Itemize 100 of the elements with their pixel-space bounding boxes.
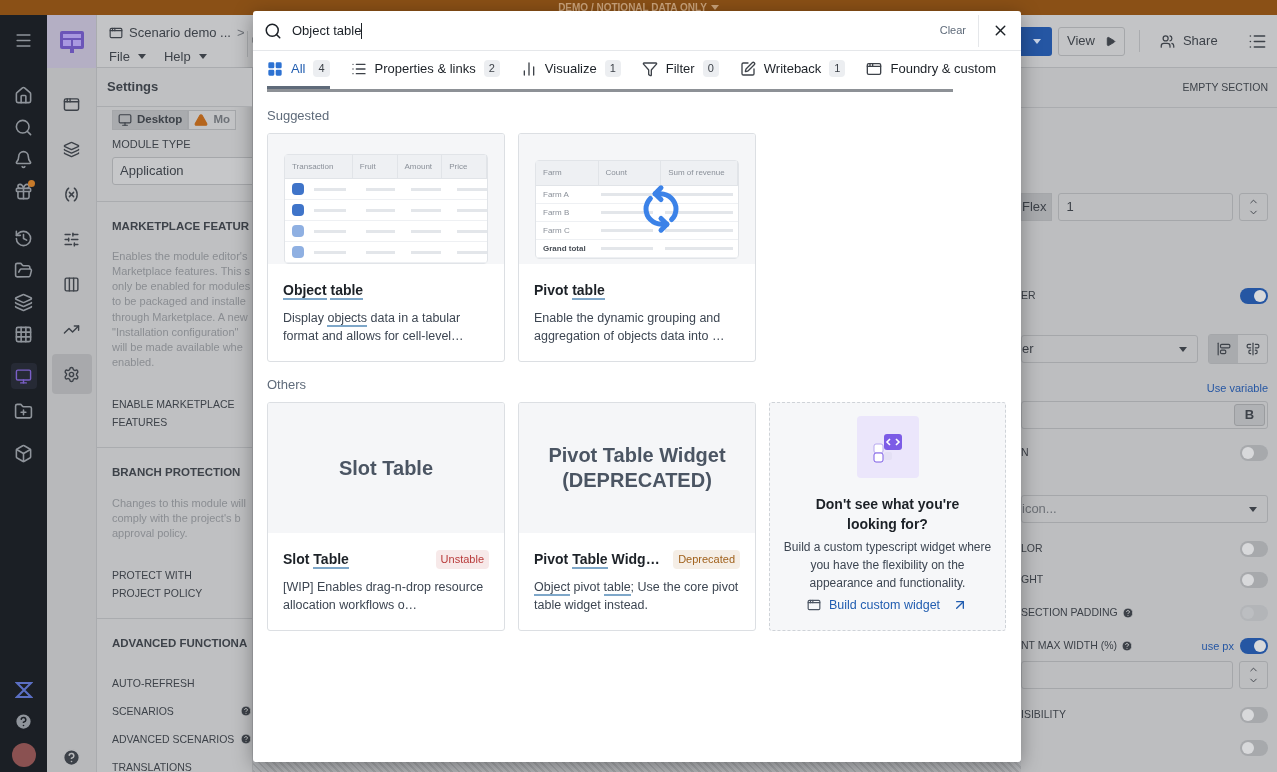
- toggle-switch[interactable]: [1240, 740, 1268, 756]
- section-heading: BRANCH PROTECTION: [112, 465, 242, 481]
- align-left-icon: [1216, 342, 1231, 356]
- dropdown-button[interactable]: [1021, 26, 1052, 56]
- banner-text: DEMO / NOTIONAL DATA ONLY: [558, 1, 707, 15]
- card-title: Object table: [283, 281, 364, 301]
- device-tab[interactable]: Desktop: [112, 110, 189, 130]
- caret-icon: [137, 53, 146, 59]
- avatar[interactable]: [11, 743, 36, 767]
- app-launcher-icon[interactable]: [10, 363, 37, 389]
- breadcrumb-separator: >: [236, 24, 245, 42]
- caret-icon: [1179, 346, 1187, 352]
- panel-title: Settings: [107, 78, 159, 97]
- help-icon[interactable]: [62, 748, 81, 767]
- column-header: Farm: [536, 161, 599, 185]
- widget-card[interactable]: Transaction Fruit Amount Price Object table Display objects data in a tabular format and allows for cell-level…: [267, 133, 505, 362]
- setting-label: LOR: [1021, 541, 1043, 557]
- setting-label: ISIBILITY: [1021, 707, 1066, 723]
- card-title: Pivot table: [534, 281, 605, 301]
- count-tag: 1: [829, 60, 846, 77]
- flex-segment[interactable]: Flex: [1021, 193, 1052, 221]
- stack-icon[interactable]: [14, 293, 33, 312]
- use-px-link[interactable]: use px: [1201, 637, 1234, 655]
- folder-plus-icon[interactable]: [14, 402, 33, 421]
- toggle-switch[interactable]: [1240, 541, 1268, 557]
- count-tag: 1: [604, 60, 621, 77]
- toggle-switch[interactable]: [1240, 445, 1268, 461]
- toggle-switch[interactable]: [1240, 572, 1268, 588]
- search-icon: [264, 21, 282, 40]
- column-header: Amount: [397, 155, 443, 178]
- preview-title: Slot Table: [338, 455, 434, 481]
- card-description: Enable the dynamic grouping and aggregation of objects data into …: [534, 310, 726, 345]
- cube-icon: [292, 246, 304, 258]
- card-title: Slot Table: [283, 550, 349, 570]
- menu-button[interactable]: Help: [163, 46, 207, 66]
- preview-title: Pivot Table Widget (DEPRECATED): [547, 443, 727, 493]
- toggle-switch[interactable]: [1240, 288, 1268, 304]
- menu-button[interactable]: File: [109, 46, 146, 66]
- cube-icon[interactable]: [14, 444, 33, 463]
- widget-card[interactable]: Slot Table Slot Table Unstable [WIP] Enables drag-n-drop resource allocation workflows o…: [267, 402, 505, 631]
- menu-icon[interactable]: [14, 31, 33, 50]
- row-label: Farm A: [542, 188, 570, 201]
- card-title: Pivot Table Widg…: [534, 550, 660, 570]
- toggle-switch[interactable]: [1240, 707, 1268, 723]
- setting-label: ER: [1021, 288, 1036, 304]
- clear-button[interactable]: Clear: [927, 22, 978, 39]
- column-header: Sum of revenue: [661, 161, 738, 185]
- widget-icon: [806, 598, 821, 613]
- search-icon[interactable]: [14, 118, 33, 137]
- module-type-select[interactable]: Application: [112, 156, 252, 185]
- text-field[interactable]: B: [1021, 401, 1268, 429]
- align-center-icon: [1245, 342, 1260, 356]
- folder-icon[interactable]: [14, 261, 33, 280]
- category-tab[interactable]: Visualize 1: [520, 51, 621, 89]
- bold-button[interactable]: B: [1234, 404, 1265, 426]
- window-icon: [866, 60, 883, 77]
- category-tab[interactable]: Properties & links 2: [350, 51, 500, 89]
- search-field[interactable]: Object table: [292, 20, 928, 41]
- use-variable-link[interactable]: Use variable: [1206, 379, 1268, 397]
- share-button[interactable]: Share: [1153, 26, 1224, 56]
- settings-icon[interactable]: [51, 354, 92, 394]
- column-header: Transaction: [285, 155, 353, 178]
- section-title: EMPTY SECTION: [1182, 79, 1268, 95]
- logo-icon[interactable]: [14, 681, 33, 699]
- toggle-switch[interactable]: [1240, 638, 1268, 654]
- edit-icon: [739, 60, 756, 77]
- section-heading: MARKETPLACE FEATUR: [112, 218, 251, 234]
- category-tab[interactable]: Writeback 1: [739, 51, 846, 89]
- gift-icon[interactable]: [14, 182, 33, 201]
- select-field[interactable]: er: [1021, 335, 1198, 363]
- home-icon[interactable]: [14, 86, 33, 105]
- warning-icon: [194, 113, 209, 127]
- apps-grid-icon[interactable]: [14, 325, 33, 344]
- setting-label: ENABLE MARKETPLACE FEATURES: [112, 397, 236, 431]
- build-widget-link[interactable]: Build custom widget: [806, 596, 969, 615]
- help-icon[interactable]: [14, 712, 33, 731]
- row-label: Farm C: [542, 224, 571, 237]
- category-tab[interactable]: Foundry & custom: [866, 51, 996, 89]
- card-description: [WIP] Enables drag-n-drop resource allocation workflows o…: [283, 579, 485, 614]
- card-description: Object pivot table; Use the core pivot table widget instead.: [534, 579, 740, 614]
- widget-card[interactable]: Pivot Table Widget (DEPRECATED) Pivot Table Widg… Deprecated Object pivot table; Use the core pivot table widget instead.: [518, 402, 756, 631]
- breadcrumb[interactable]: Scenario demo ...: [129, 23, 231, 43]
- category-tab[interactable]: Filter 0: [641, 51, 719, 89]
- view-button[interactable]: View: [1058, 26, 1125, 56]
- setting-label: AUTO-REFRESH: [112, 676, 196, 692]
- widget-card[interactable]: Farm Count Sum of revenue Farm A Farm B Farm C Grand total Pivot table Enable the dynamic grouping and aggregation of objects data into …: [518, 133, 756, 362]
- code-blocks-icon: [856, 416, 919, 478]
- monitor-icon: [118, 113, 132, 127]
- setting-label: N: [1021, 445, 1029, 461]
- flex-value-field[interactable]: 1: [1057, 193, 1233, 221]
- number-field[interactable]: [1021, 661, 1233, 689]
- bell-icon[interactable]: [14, 150, 33, 169]
- align-button[interactable]: [1209, 335, 1238, 363]
- history-icon[interactable]: [14, 229, 33, 248]
- cube-icon: [292, 183, 304, 195]
- cube-icon: [292, 204, 304, 216]
- group-heading: Others: [267, 377, 306, 392]
- caret-icon: [198, 53, 207, 59]
- setting-label: TRANSLATIONS: [112, 760, 193, 772]
- setting-label: SCENARIOS: [112, 704, 175, 720]
